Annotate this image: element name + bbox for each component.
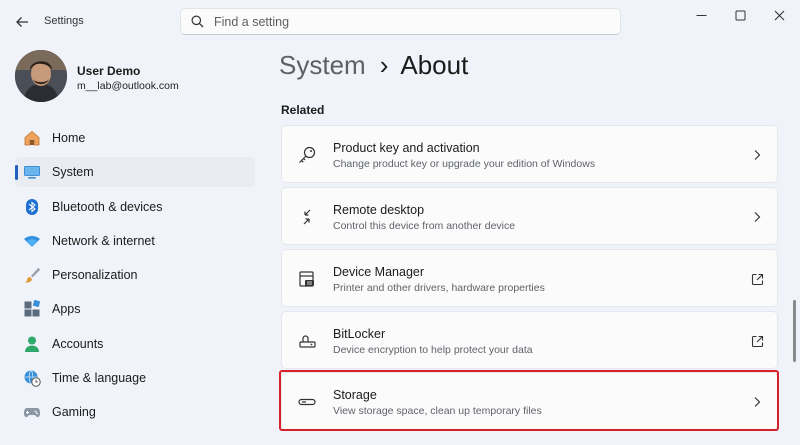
sidebar-item-personalization[interactable]: Personalization <box>15 260 255 290</box>
card-title: Storage <box>333 388 377 402</box>
bluetooth-icon <box>23 198 41 216</box>
globe-clock-icon <box>23 369 41 387</box>
breadcrumb-current: About <box>400 50 469 80</box>
search-input[interactable] <box>214 14 594 29</box>
breadcrumb-separator: › <box>379 50 389 80</box>
title-bar: Settings <box>0 0 800 44</box>
search-box[interactable] <box>180 8 621 35</box>
sidebar-item-label: Time & language <box>52 371 147 386</box>
external-link-icon <box>749 271 765 287</box>
close-icon <box>774 10 784 20</box>
apps-icon <box>23 300 41 318</box>
sidebar-item-label: System <box>52 165 94 180</box>
chevron-right-icon <box>749 394 765 410</box>
sidebar-item-home[interactable]: Home <box>15 123 255 153</box>
brush-icon <box>23 266 41 284</box>
card-device-manager[interactable]: Device Manager Printer and other drivers… <box>281 249 778 307</box>
sidebar-item-label: Gaming <box>52 405 96 420</box>
key-icon <box>296 144 318 166</box>
card-description: View storage space, clean up temporary f… <box>333 405 542 417</box>
breadcrumb-parent[interactable]: System <box>279 50 366 80</box>
sidebar-item-bluetooth[interactable]: Bluetooth & devices <box>15 192 255 222</box>
card-description: Printer and other drivers, hardware prop… <box>333 282 545 294</box>
bitlocker-icon <box>296 330 318 352</box>
sidebar-item-gaming[interactable]: Gaming <box>15 397 255 427</box>
section-label-related: Related <box>281 103 325 117</box>
minimize-icon <box>696 14 706 16</box>
sidebar-item-label: Network & internet <box>52 233 155 248</box>
page-title: System › About <box>279 50 468 81</box>
close-button[interactable] <box>762 4 796 26</box>
search-icon <box>191 15 204 28</box>
storage-icon <box>296 391 318 413</box>
card-title: Device Manager <box>333 265 425 279</box>
chevron-right-icon <box>749 209 765 225</box>
card-description: Change product key or upgrade your editi… <box>333 158 596 170</box>
sidebar-item-label: Home <box>52 131 86 145</box>
scrollbar-thumb[interactable] <box>793 300 796 362</box>
sidebar-nav: Home System Bluetooth & devices Network … <box>15 123 255 432</box>
back-arrow-icon <box>16 17 28 27</box>
remote-desktop-icon <box>296 206 318 228</box>
user-name: User Demo <box>77 64 141 78</box>
sidebar-item-label: Accounts <box>52 336 104 351</box>
monitor-icon <box>23 163 41 181</box>
wifi-icon <box>23 232 41 250</box>
chevron-right-icon <box>749 147 765 163</box>
sidebar-item-accounts[interactable]: Accounts <box>15 329 255 359</box>
card-description: Control this device from another device <box>333 220 516 232</box>
sidebar-item-label: Apps <box>52 302 81 317</box>
sidebar-item-apps[interactable]: Apps <box>15 294 255 324</box>
sidebar-item-label: Personalization <box>52 268 138 283</box>
app-title: Settings <box>44 15 84 27</box>
card-product-key[interactable]: Product key and activation Change produc… <box>281 125 778 183</box>
card-description: Device encryption to help protect your d… <box>333 344 533 356</box>
minimize-button[interactable] <box>684 4 718 26</box>
device-manager-icon <box>296 268 318 290</box>
user-email: m__lab@outlook.com <box>77 80 179 92</box>
external-link-icon <box>749 333 765 349</box>
card-storage[interactable]: Storage View storage space, clean up tem… <box>281 372 778 430</box>
card-remote-desktop[interactable]: Remote desktop Control this device from … <box>281 187 778 245</box>
sidebar-item-time[interactable]: Time & language <box>15 363 255 393</box>
sidebar-item-network[interactable]: Network & internet <box>15 226 255 256</box>
sidebar-item-label: Bluetooth & devices <box>52 199 163 214</box>
card-title: Remote desktop <box>333 203 425 217</box>
card-title: Product key and activation <box>333 141 480 155</box>
home-icon <box>23 129 41 147</box>
maximize-icon <box>735 10 745 20</box>
card-bitlocker[interactable]: BitLocker Device encryption to help prot… <box>281 311 778 369</box>
avatar-image <box>15 50 67 102</box>
person-icon <box>23 335 41 353</box>
back-button[interactable] <box>10 10 34 34</box>
gamepad-icon <box>23 403 41 421</box>
sidebar-item-system[interactable]: System <box>15 157 255 188</box>
card-title: BitLocker <box>333 327 386 341</box>
avatar[interactable] <box>15 50 67 102</box>
maximize-button[interactable] <box>723 4 757 26</box>
